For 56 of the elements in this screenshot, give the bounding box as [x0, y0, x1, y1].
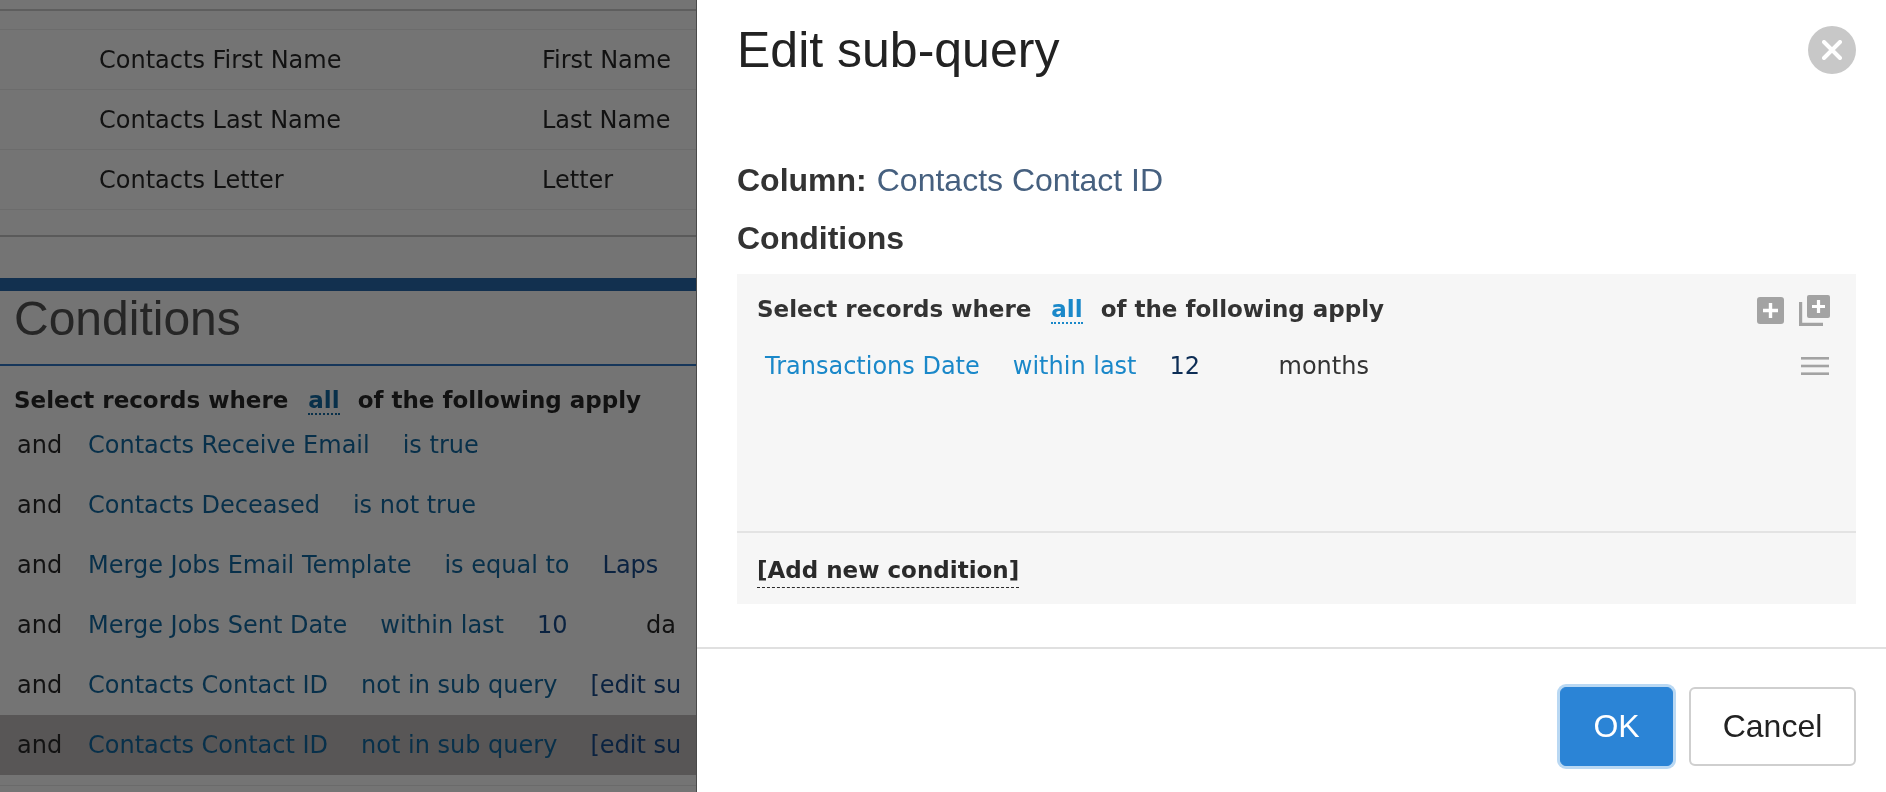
condition-row[interactable]: and Contacts Deceased is not true [0, 475, 697, 535]
menu-icon[interactable] [1801, 357, 1829, 375]
unit-link[interactable]: months [1278, 352, 1369, 380]
add-condition-icon[interactable] [1757, 297, 1784, 324]
operator-link[interactable]: is not true [352, 491, 476, 519]
condition-row[interactable]: and Contacts Contact ID not in sub query [edit su [0, 655, 697, 715]
condition-summary: Select records where all of the following apply [757, 295, 1385, 326]
close-icon [1822, 40, 1842, 60]
condition-row[interactable]: and Merge Jobs Email Template is equal to Laps [0, 535, 697, 595]
value-link[interactable]: Laps [602, 551, 679, 579]
section-title: Conditions [14, 290, 241, 347]
conjunction-label: and [17, 611, 64, 639]
condition-summary: Select records where all of the following apply [14, 386, 642, 415]
field-link[interactable]: Transactions Date [765, 352, 980, 380]
close-button[interactable] [1808, 26, 1856, 74]
match-mode-link[interactable]: all [1051, 296, 1083, 324]
condition-row[interactable]: and Contacts Contact ID not in sub query [edit su [0, 715, 697, 775]
operator-link[interactable]: within last [1012, 352, 1137, 380]
ok-button[interactable]: OK [1560, 687, 1673, 766]
column-label: Column: [737, 162, 867, 198]
table-cell: Last Name [542, 105, 671, 134]
dialog-title: Edit sub-query [737, 21, 1060, 80]
condition-row[interactable]: and Merge Jobs Sent Date within last 10 da [0, 595, 697, 655]
add-group-icon[interactable] [1799, 295, 1830, 326]
field-link[interactable]: Contacts Receive Email [88, 431, 370, 459]
column-value: Contacts Contact ID [876, 162, 1164, 198]
conjunction-label: and [17, 551, 64, 579]
cancel-button[interactable]: Cancel [1689, 687, 1856, 766]
table-cell-text: Contacts First Name [99, 45, 343, 74]
field-link[interactable]: Contacts Contact ID [88, 671, 329, 699]
value-link[interactable]: 10 [537, 611, 613, 639]
field-link[interactable]: Merge Jobs Sent Date [88, 611, 348, 639]
operator-link[interactable]: not in sub query [361, 671, 558, 699]
table-cell-text: Contacts Letter [99, 165, 285, 194]
operator-link[interactable]: is true [402, 431, 479, 459]
condition-row[interactable]: and Contacts Receive Email is true [0, 415, 697, 475]
conjunction-label: and [17, 671, 64, 699]
conjunction-label: and [17, 491, 64, 519]
operator-link[interactable]: within last [380, 611, 504, 639]
field-link[interactable]: Merge Jobs Email Template [88, 551, 412, 579]
conjunction-label: and [17, 431, 64, 459]
unit-link[interactable]: da [646, 611, 676, 639]
table-cell: First Name [542, 45, 671, 74]
match-mode-link[interactable]: all [308, 387, 340, 415]
edit-subquery-link[interactable]: [edit su [590, 731, 682, 759]
table-cell-text: Contacts Last Name [99, 105, 342, 134]
operator-link[interactable]: is equal to [444, 551, 570, 579]
edit-subquery-link[interactable]: [edit su [590, 671, 682, 699]
conditions-label: Conditions [737, 220, 905, 256]
conjunction-label: and [17, 731, 64, 759]
value-link[interactable]: 12 [1169, 352, 1246, 380]
add-condition-link[interactable]: [Add new condition] [757, 553, 1020, 588]
field-link[interactable]: Contacts Deceased [88, 491, 320, 519]
operator-link[interactable]: not in sub query [361, 731, 558, 759]
field-link[interactable]: Contacts Contact ID [88, 731, 329, 759]
table-cell: Letter [542, 165, 614, 194]
